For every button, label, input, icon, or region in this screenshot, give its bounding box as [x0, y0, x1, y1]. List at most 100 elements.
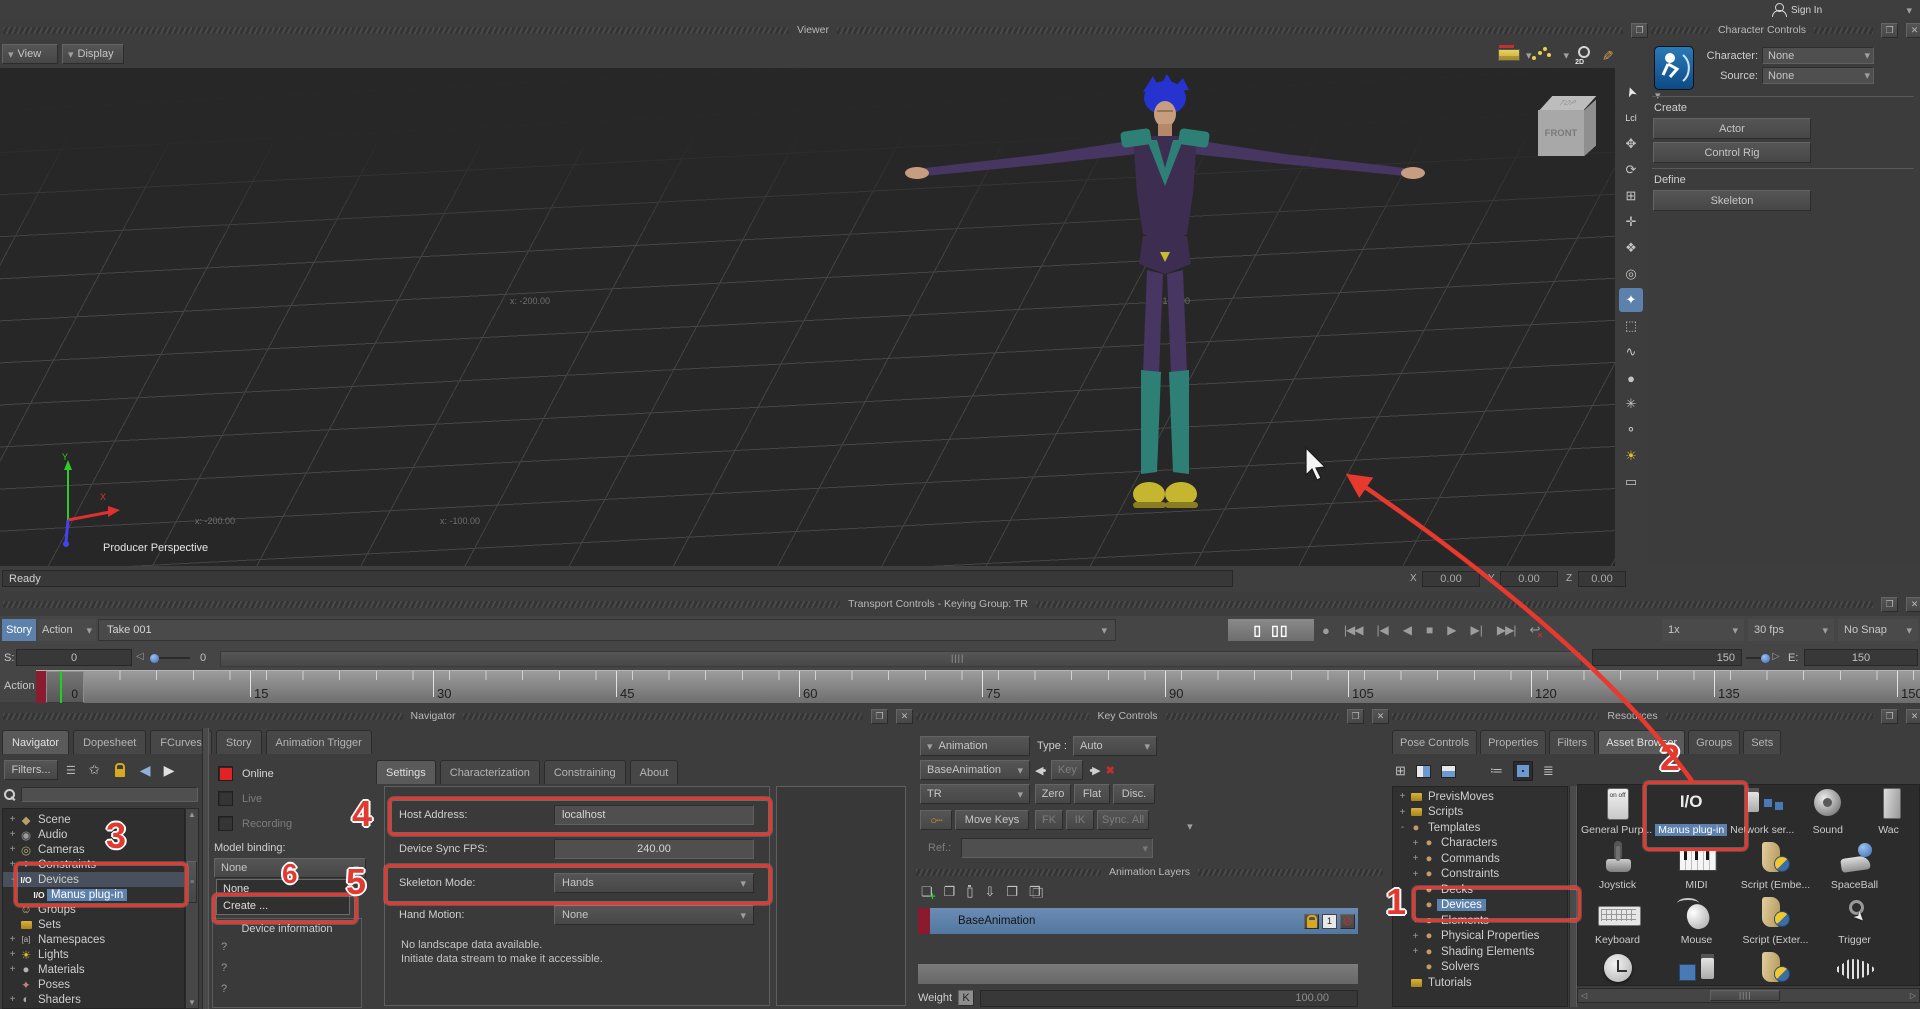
device-sync-fps-field[interactable]: 240.00	[554, 839, 754, 859]
asset-tree-row[interactable]: + Shading Elements	[1393, 944, 1567, 960]
asset-tree-row[interactable]: Decks	[1393, 882, 1567, 898]
tree-row[interactable]: + Scene	[3, 812, 184, 827]
viewport-tool-button[interactable]	[1619, 288, 1643, 312]
viewport-tool-button[interactable]	[1619, 132, 1643, 156]
expander-toggle[interactable]: +	[7, 964, 18, 975]
frame-display-icon[interactable]	[1271, 622, 1288, 639]
viewport-tool-button[interactable]	[1619, 392, 1643, 416]
expander-toggle[interactable]: +	[7, 949, 18, 960]
expander-toggle[interactable]: -	[1397, 822, 1408, 833]
layer-mute-icon[interactable]	[1340, 914, 1355, 929]
list-options-icon[interactable]	[66, 764, 76, 777]
asset-item[interactable]: General Purp...	[1578, 787, 1655, 839]
asset-tree-row[interactable]: + Commands	[1393, 851, 1567, 867]
dropdown-option[interactable]: Create ...	[217, 897, 349, 914]
marker-path-icon[interactable]	[1538, 46, 1558, 64]
scroll-left-icon[interactable]: ◁	[1578, 991, 1590, 1000]
tree-row[interactable]: + Shaders	[3, 992, 184, 1007]
move-keys-button[interactable]: Move Keys	[955, 810, 1029, 830]
playhead-box[interactable]: 0	[46, 671, 84, 703]
float-icon[interactable]	[1631, 23, 1648, 38]
viewport-tool-button[interactable]	[1619, 184, 1643, 208]
resources-tab[interactable]: Groups	[1688, 730, 1740, 754]
asset-tree-row[interactable]: + Scripts	[1393, 805, 1567, 821]
float-icon[interactable]	[1347, 709, 1364, 724]
forward-icon[interactable]	[164, 762, 175, 779]
jump-start-icon[interactable]	[1344, 623, 1363, 637]
ref-dropdown[interactable]	[961, 838, 1153, 858]
character-select[interactable]: None	[1762, 47, 1874, 64]
tree-row[interactable]: + Audio	[3, 827, 184, 842]
lock-icon[interactable]	[113, 763, 127, 778]
frame-forward-icon[interactable]	[1471, 623, 1483, 637]
split-view-icon[interactable]	[1416, 765, 1431, 778]
merge-layer-icon[interactable]	[1006, 884, 1018, 900]
keying-mode-icon[interactable]	[920, 810, 952, 830]
asset-item[interactable]: Voice	[1815, 952, 1894, 986]
viewport-tool-button[interactable]	[1619, 158, 1643, 182]
asset-item[interactable]: Keyboard	[1578, 897, 1657, 949]
character-model[interactable]	[895, 74, 1435, 519]
asset-tree-row[interactable]: + Elements	[1393, 913, 1567, 929]
close-icon[interactable]	[1906, 23, 1920, 38]
viewport-tool-button[interactable]	[1619, 470, 1643, 494]
actor-button[interactable]: Actor	[1653, 118, 1811, 139]
asset-item[interactable]: Network client	[1657, 952, 1736, 986]
playhead-line[interactable]	[60, 671, 62, 703]
close-icon[interactable]	[1372, 709, 1389, 724]
close-icon[interactable]	[1906, 709, 1920, 724]
navigator-tab[interactable]: Animation Trigger	[266, 730, 372, 754]
fps-dropdown[interactable]: 30 fps	[1748, 619, 1834, 641]
timeline-ruler[interactable]: 0 15 30 45 60 75	[36, 670, 1920, 703]
tree-row[interactable]: + Lights	[3, 947, 184, 962]
viewport-tool-button[interactable]	[1619, 314, 1643, 338]
view-cube[interactable]: TOP FRONT	[1538, 96, 1600, 162]
playback-rate-dropdown[interactable]: 1x	[1662, 619, 1744, 641]
panel-splitter[interactable]	[1569, 786, 1577, 1007]
asset-item[interactable]: Script (Intern...	[1736, 952, 1815, 986]
tree-row[interactable]: - Devices	[3, 872, 184, 887]
device-tab[interactable]: Settings	[376, 760, 436, 784]
asset-tree-row[interactable]: Solvers	[1393, 960, 1567, 976]
asset-item[interactable]: Mouse	[1657, 897, 1736, 949]
chevron-down-icon[interactable]	[1187, 820, 1193, 833]
scrollbar-thumb[interactable]: ≡	[187, 861, 197, 903]
resources-tab[interactable]: Pose Controls	[1392, 730, 1477, 754]
merge-all-layers-icon[interactable]	[1029, 884, 1037, 900]
weight-key-button[interactable]: K	[958, 990, 974, 1006]
zoom-2d-icon[interactable]	[1575, 45, 1593, 65]
device-tab[interactable]: About	[630, 760, 679, 784]
live-checkbox[interactable]	[218, 791, 233, 806]
range-left-arrow-icon[interactable]: ◁	[136, 651, 144, 662]
chevron-down-icon[interactable]	[1564, 49, 1570, 62]
tree-scrollbar[interactable]: ▲ ≡ ▼	[185, 808, 199, 1009]
control-rig-button[interactable]: Control Rig	[1653, 142, 1811, 163]
expander-toggle[interactable]: +	[1410, 838, 1421, 849]
expander-toggle[interactable]: +	[1397, 807, 1408, 818]
asset-item[interactable]: Wac	[1858, 787, 1919, 839]
back-icon[interactable]	[140, 762, 151, 779]
resources-tab[interactable]: Sets	[1743, 730, 1781, 754]
close-icon[interactable]	[1906, 597, 1920, 612]
end-frame-field2[interactable]: 150	[1804, 649, 1918, 666]
measure-tool-icon[interactable]	[1498, 47, 1520, 63]
zero-button[interactable]: Zero	[1035, 784, 1071, 804]
chevron-down-icon[interactable]	[1526, 49, 1532, 62]
live-row[interactable]: Live	[218, 791, 262, 806]
duplicate-layer-icon[interactable]	[944, 884, 956, 900]
pause-icon[interactable]	[1253, 622, 1261, 639]
search-input[interactable]	[21, 787, 198, 802]
key-button[interactable]: Key	[1051, 760, 1083, 780]
hscrollbar-thumb[interactable]: ||||	[1710, 990, 1780, 1001]
loop-off-icon[interactable]	[1529, 622, 1540, 638]
tree-row[interactable]: Sets	[3, 917, 184, 932]
asset-item[interactable]: Network ser...	[1727, 787, 1797, 839]
play-icon[interactable]	[1447, 623, 1456, 637]
asset-tree-row[interactable]: Devices	[1393, 898, 1567, 914]
animation-menu-button[interactable]: Animation	[920, 736, 1030, 756]
flat-button[interactable]: Flat	[1074, 784, 1110, 804]
filters-button[interactable]: Filters...	[4, 760, 58, 780]
ik-button[interactable]: IK	[1066, 810, 1094, 830]
take-select[interactable]: Take 001	[98, 619, 1116, 641]
story-toggle[interactable]: Story	[2, 619, 36, 641]
